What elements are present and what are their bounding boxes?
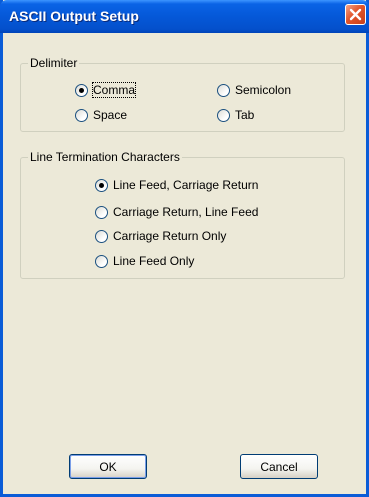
- radio-lf-cr[interactable]: Line Feed, Carriage Return: [95, 178, 258, 192]
- radio-comma-button[interactable]: [75, 83, 88, 97]
- ascii-output-setup-dialog: ASCII Output Setup Delimiter Comma Semic…: [0, 0, 369, 497]
- delimiter-group: Delimiter: [20, 56, 345, 132]
- radio-cr-only[interactable]: Carriage Return Only: [95, 229, 226, 243]
- radio-lf-cr-button[interactable]: [95, 178, 108, 192]
- delimiter-legend: Delimiter: [28, 56, 80, 70]
- radio-cr-lf-label: Carriage Return, Line Feed: [113, 205, 259, 219]
- radio-cr-lf-button[interactable]: [95, 205, 108, 219]
- radio-tab-label: Tab: [235, 108, 255, 122]
- close-icon: [349, 8, 362, 21]
- radio-semicolon-label: Semicolon: [235, 83, 292, 97]
- line-termination-legend: Line Termination Characters: [28, 150, 182, 164]
- radio-lf-cr-label: Line Feed, Carriage Return: [113, 178, 259, 192]
- radio-comma-label: Comma: [91, 82, 137, 98]
- radio-space-label: Space: [93, 108, 128, 122]
- radio-lf-only[interactable]: Line Feed Only: [95, 254, 194, 268]
- radio-comma[interactable]: Comma: [75, 82, 137, 98]
- radio-semicolon[interactable]: Semicolon: [217, 83, 291, 97]
- close-button[interactable]: [345, 4, 366, 25]
- radio-space[interactable]: Space: [75, 108, 127, 122]
- radio-semicolon-button[interactable]: [217, 83, 230, 97]
- window-title: ASCII Output Setup: [9, 8, 139, 24]
- radio-cr-only-button[interactable]: [95, 229, 108, 243]
- cancel-button[interactable]: Cancel: [240, 454, 318, 479]
- ok-button[interactable]: OK: [69, 454, 147, 479]
- radio-tab[interactable]: Tab: [217, 108, 254, 122]
- radio-lf-only-label: Line Feed Only: [113, 254, 195, 268]
- title-bar[interactable]: ASCII Output Setup: [0, 0, 369, 33]
- radio-lf-only-button[interactable]: [95, 254, 108, 268]
- radio-space-button[interactable]: [75, 108, 88, 122]
- radio-tab-button[interactable]: [217, 108, 230, 122]
- radio-cr-lf[interactable]: Carriage Return, Line Feed: [95, 205, 258, 219]
- radio-cr-only-label: Carriage Return Only: [113, 229, 227, 243]
